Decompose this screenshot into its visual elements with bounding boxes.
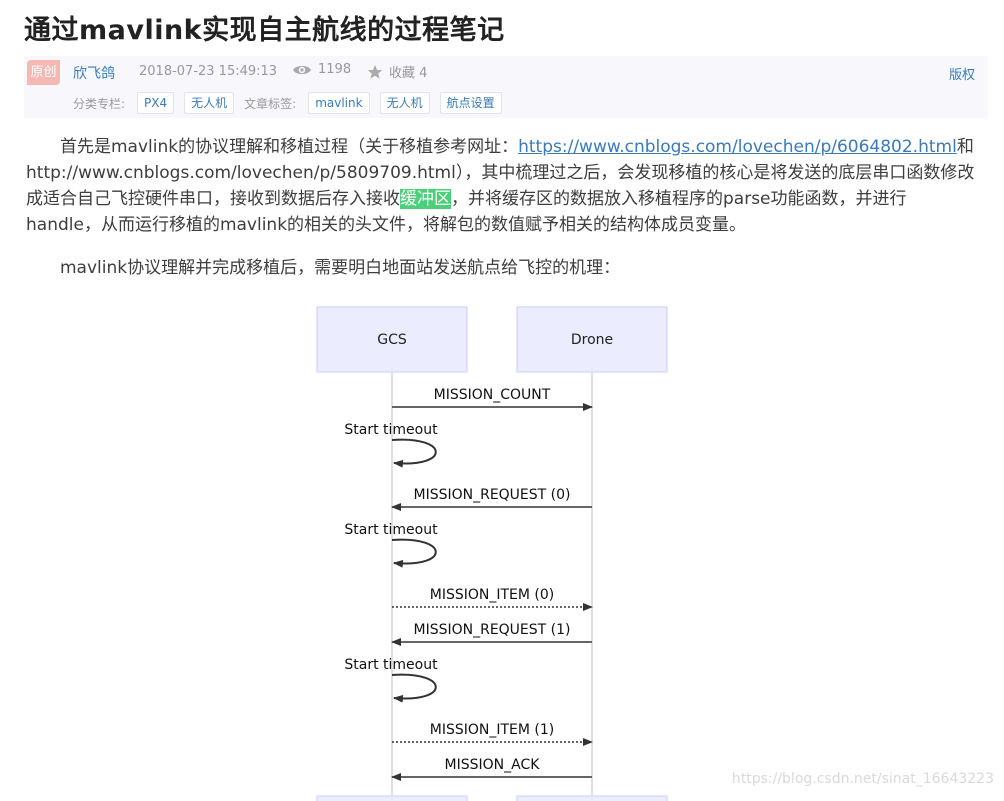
actor-drone-label: Drone	[571, 332, 613, 348]
timeout-label-3: Start timeout	[344, 657, 438, 673]
actor-gcs-bottom	[316, 795, 468, 801]
self-loop-arrow-2	[391, 538, 437, 568]
actor-drone: Drone	[516, 306, 668, 373]
message-label-mission-ack: MISSION_ACK	[445, 757, 541, 773]
timeout-label-1: Start timeout	[344, 422, 438, 438]
actor-gcs-label: GCS	[377, 332, 407, 348]
message-label-mission-request-0: MISSION_REQUEST (0)	[413, 487, 570, 503]
self-loop-arrow-3	[391, 673, 437, 703]
message-label-mission-request-1: MISSION_REQUEST (1)	[413, 622, 570, 638]
timeout-label-2: Start timeout	[344, 522, 438, 538]
message-label-mission-item-0: MISSION_ITEM (0)	[430, 587, 555, 603]
actor-drone-bottom	[516, 795, 668, 801]
image-watermark: https://blog.csdn.net/sinat_16643223	[731, 771, 994, 787]
message-label-mission-item-1: MISSION_ITEM (1)	[430, 722, 555, 738]
sequence-diagram: GCS Drone MISSION_COUNT Start timeout MI…	[316, 306, 668, 801]
self-loop-arrow-1	[391, 438, 437, 468]
message-label-mission-count: MISSION_COUNT	[434, 387, 551, 403]
actor-gcs: GCS	[316, 306, 468, 373]
